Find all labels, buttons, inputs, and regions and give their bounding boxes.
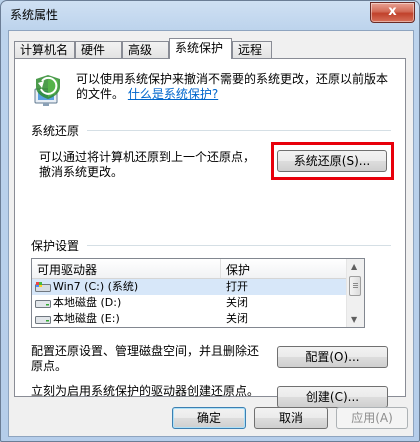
grip-line [353, 283, 358, 284]
configure-desc-line-1: 配置还原设置、管理磁盘空间，并且删除还 [31, 344, 260, 358]
scroll-up-arrow-icon[interactable]: ▲ [351, 262, 357, 271]
drive-name: 本地磁盘 (D:) [53, 296, 122, 309]
scrollbar-thumb[interactable] [349, 276, 361, 296]
section-divider-2 [87, 245, 391, 246]
close-button[interactable]: x [370, 2, 415, 23]
system-restore-description: 可以通过将计算机还原到上一个还原点， 撤消系统更改。 [39, 150, 255, 180]
ok-button[interactable]: 确定 [172, 407, 246, 429]
drives-list-header: 可用驱动器 保护 [32, 259, 348, 279]
dialog-client: 计算机名 硬件 高级 系统保护 远程 可以使用系统保护来撤消不需要的系统更改，还… [8, 30, 414, 437]
drives-list-scrollbar[interactable]: ▲ ▼ [346, 259, 364, 327]
tab-computer-name[interactable]: 计算机名 [14, 41, 75, 58]
system-restore-section-title: 系统还原 [31, 124, 80, 138]
restore-desc-line-2: 撤消系统更改。 [39, 165, 124, 179]
drive-protection-status: 关闭 [226, 312, 248, 325]
drive-protection-status: 关闭 [226, 296, 248, 309]
configure-desc-line-2: 原点。 [31, 359, 68, 373]
tab-remote[interactable]: 远程 [232, 41, 272, 58]
tab-hardware[interactable]: 硬件 [75, 41, 122, 58]
drive-row-c[interactable]: Win7 (C:) (系统) 打开 [32, 279, 348, 295]
cancel-button[interactable]: 取消 [254, 407, 328, 429]
grip-line [353, 287, 358, 288]
apply-button[interactable]: 应用(A) [336, 407, 408, 429]
windows-drive-icon [35, 282, 51, 292]
drive-row-d[interactable]: 本地磁盘 (D:) 关闭 [32, 295, 348, 311]
create-button[interactable]: 创建(C)... [277, 386, 388, 408]
window-title: 系统属性 [10, 8, 59, 22]
column-separator [220, 259, 221, 278]
section-divider [87, 130, 391, 131]
drive-name: 本地磁盘 (E:) [53, 312, 120, 325]
system-protection-icon [34, 75, 60, 106]
grip-line [353, 285, 358, 286]
system-properties-window: 系统属性 x 计算机名 硬件 高级 系统保护 远程 可以使用系统保护来撤消不需要… [0, 0, 420, 442]
what-is-system-protection-link[interactable]: 什么是系统保护? [128, 87, 218, 101]
intro-text: 可以使用系统保护来撤消不需要的系统更改，还原以前版本的文件。 什么是系统保护? [76, 72, 396, 102]
configure-description: 配置还原设置、管理磁盘空间，并且删除还 原点。 [31, 344, 259, 374]
restore-desc-line-1: 可以通过将计算机还原到上一个还原点， [39, 150, 256, 164]
protection-settings-section-title: 保护设置 [31, 239, 80, 253]
system-restore-button[interactable]: 系统还原(S)... [277, 150, 387, 172]
tab-advanced[interactable]: 高级 [122, 41, 169, 58]
column-available-drives[interactable]: 可用驱动器 [37, 261, 97, 278]
scroll-down-arrow-icon[interactable]: ▼ [351, 315, 357, 324]
intro-description: 可以使用系统保护来撤消不需要的系统更改，还原以前版本的文件。 [76, 72, 389, 101]
drive-row-e[interactable]: 本地磁盘 (E:) 关闭 [32, 311, 348, 327]
configure-button[interactable]: 配置(O)... [277, 346, 388, 368]
drive-name: Win7 (C:) (系统) [53, 280, 139, 293]
drives-list[interactable]: 可用驱动器 保护 Win7 (C:) (系统) 打开 本地磁盘 (D:) 关闭 … [31, 258, 365, 328]
title-bar[interactable]: 系统属性 x [1, 1, 419, 29]
create-description: 立刻为启用系统保护的驱动器创建还原点。 [31, 384, 260, 398]
drive-protection-status: 打开 [226, 280, 248, 293]
column-protection[interactable]: 保护 [226, 261, 250, 278]
system-protection-panel: 可以使用系统保护来撤消不需要的系统更改，还原以前版本的文件。 什么是系统保护? … [14, 58, 406, 408]
local-disk-icon [35, 300, 51, 308]
tab-system-protection[interactable]: 系统保护 [169, 38, 232, 59]
local-disk-icon [35, 316, 51, 324]
